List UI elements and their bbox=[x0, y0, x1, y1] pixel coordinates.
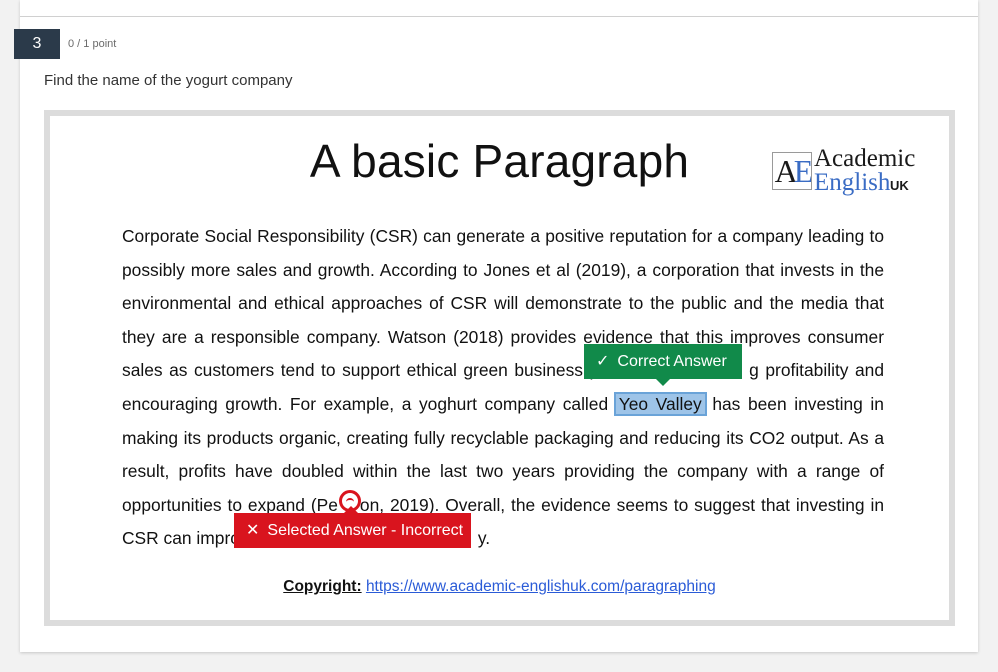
paragraph-line: possibly more sales and growth. Accordin… bbox=[122, 259, 884, 280]
checkmark-icon: ✓ bbox=[596, 353, 610, 370]
logo-mark: AE bbox=[772, 152, 812, 190]
incorrect-answer-callout: ✕ Selected Answer - Incorrect bbox=[234, 506, 471, 548]
paragraph-line: making its products organic, creating fu… bbox=[122, 427, 884, 448]
divider bbox=[20, 16, 978, 17]
paragraph-line: they are a responsible company. Watson (… bbox=[122, 326, 884, 347]
copyright-line: Copyright: https://www.academic-englishu… bbox=[50, 578, 949, 596]
copyright-label: Copyright: bbox=[283, 578, 362, 595]
logo-uk: UK bbox=[890, 178, 909, 193]
hotspot-image[interactable]: A basic Paragraph AE Academic English UK… bbox=[50, 116, 949, 620]
paragraph-line: encouraging growth. For example, a yoghu… bbox=[122, 391, 884, 416]
hotspot-image-frame: A basic Paragraph AE Academic English UK… bbox=[44, 110, 955, 626]
paragraph-text: Corporate Social Responsibility (CSR) ca… bbox=[122, 220, 884, 556]
paragraph-line: environmental and ethical approaches of … bbox=[122, 293, 884, 314]
copyright-link[interactable]: https://www.academic-englishuk.com/parag… bbox=[366, 578, 716, 595]
correct-answer-highlight: Yeo Valley bbox=[613, 391, 707, 416]
paragraph-line: sales as customers tend to support ethic… bbox=[122, 360, 884, 381]
question-prompt: Find the name of the yogurt company bbox=[44, 72, 293, 89]
academic-english-logo: AE Academic English UK bbox=[772, 146, 922, 196]
question-card: 3 0 / 1 point Find the name of the yogur… bbox=[14, 0, 978, 652]
question-number-badge: 3 bbox=[14, 29, 60, 59]
paragraph-line: result, profits have doubled within the … bbox=[122, 461, 884, 482]
logo-english: English bbox=[814, 169, 891, 196]
paragraph-line: Corporate Social Responsibility (CSR) ca… bbox=[122, 226, 884, 246]
correct-answer-callout: ✓ Correct Answer bbox=[584, 344, 742, 386]
x-icon: ✕ bbox=[246, 522, 260, 539]
question-points: 0 / 1 point bbox=[68, 38, 117, 50]
